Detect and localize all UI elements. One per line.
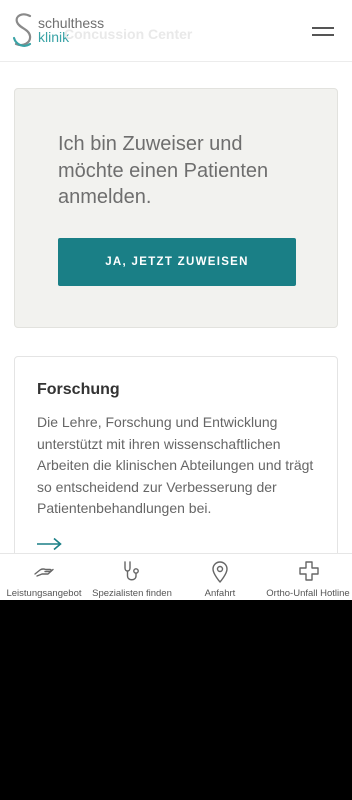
location-pin-icon (212, 561, 228, 583)
nav-label-spezialisten: Spezialisten finden (92, 588, 172, 599)
referral-heading: Ich bin Zuweiser und möchte einen Patien… (58, 133, 269, 208)
stethoscope-icon (124, 561, 139, 581)
nav-label-anfahrt: Anfahrt (204, 588, 236, 599)
menu-button[interactable] (306, 22, 336, 42)
nav-label-leistungsangebot: Leistungsangebot (6, 588, 82, 599)
page-title: Concussion Center (64, 26, 193, 42)
bottom-nav: Leistungsangebot Spezialisten finden Anf… (0, 553, 352, 600)
refer-now-button[interactable]: JA, JETZT ZUWEISEN (58, 238, 296, 286)
research-body: Die Lehre, Forschung und Entwicklung unt… (37, 414, 314, 516)
hand-icon (34, 568, 54, 577)
medical-cross-icon (299, 561, 319, 581)
arrow-right-icon[interactable] (37, 537, 63, 551)
site-header: schulthess klinik Concussion Center (0, 0, 352, 62)
hamburger-icon-bar-top (312, 27, 334, 29)
research-title: Forschung (37, 381, 120, 398)
nav-item-anfahrt[interactable]: Anfahrt (176, 554, 264, 600)
page-viewport: schulthess klinik Concussion Center Ich … (0, 0, 352, 600)
nav-item-leistungsangebot[interactable]: Leistungsangebot (0, 554, 88, 600)
nav-label-hotline: Ortho-Unfall Hotline (266, 588, 350, 599)
referral-card: Ich bin Zuweiser und möchte einen Patien… (14, 88, 338, 328)
hamburger-icon-bar-bottom (312, 34, 334, 36)
nav-item-spezialisten[interactable]: Spezialisten finden (88, 554, 176, 600)
logo-s-icon (12, 13, 32, 47)
nav-item-hotline[interactable]: Ortho-Unfall Hotline (264, 554, 352, 600)
